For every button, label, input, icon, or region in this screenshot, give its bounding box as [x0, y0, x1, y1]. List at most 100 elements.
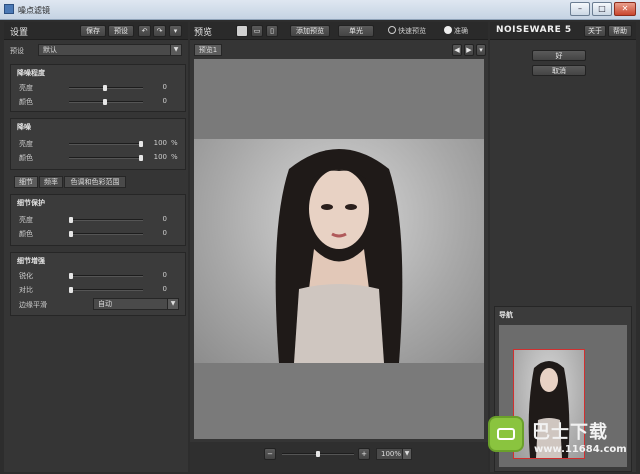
sharpen-label: 锐化	[19, 272, 33, 280]
preview-canvas[interactable]	[194, 59, 484, 439]
detail-protect-title: 细节保护	[17, 199, 45, 207]
noise-level-color-slider[interactable]	[69, 99, 143, 105]
preset-label: 预设	[10, 47, 24, 55]
about-button[interactable]: 关于	[584, 25, 606, 37]
presets-button[interactable]: 预设	[108, 25, 134, 37]
right-panel: NOISEWARE 5 关于 帮助 好 取消 导航	[490, 22, 636, 472]
noiseware-logo: NOISEWARE 5	[496, 25, 572, 35]
detail-protect-luma-value: 0	[162, 215, 167, 223]
prev-tab-icon[interactable]: ◀	[452, 44, 462, 56]
tab-menu-icon[interactable]: ▾	[476, 44, 486, 56]
noise-level-section: 降噪程度 亮度 0 颜色 0	[10, 64, 186, 112]
tab-frequency[interactable]: 频率	[39, 176, 63, 188]
preset-select[interactable]: 默认 ▼	[38, 44, 182, 56]
right-header: NOISEWARE 5 关于 帮助	[490, 22, 636, 40]
settings-title: 设置	[10, 28, 29, 38]
chevron-down-icon: ▼	[170, 45, 181, 55]
detail-protect-color-value: 0	[162, 229, 167, 237]
fast-preview-label: 快速预览	[398, 27, 426, 35]
zoom-bar: − + 100% ▼	[190, 442, 488, 472]
contrast-value: 0	[162, 285, 167, 293]
detail-protect-luma-label: 亮度	[19, 216, 33, 224]
single-view-icon[interactable]	[236, 25, 248, 37]
detail-protect-color-slider[interactable]	[69, 231, 143, 237]
noise-reduction-color-slider[interactable]	[69, 155, 143, 161]
close-button[interactable]: ✕	[614, 2, 636, 16]
zoom-out-button[interactable]: −	[264, 448, 276, 460]
noise-level-luma-slider[interactable]	[69, 85, 143, 91]
noise-level-luma-value: 0	[162, 83, 167, 91]
tab-detail[interactable]: 细节	[14, 176, 38, 188]
next-tab-icon[interactable]: ▶	[464, 44, 474, 56]
slider-knob[interactable]	[316, 451, 320, 457]
chevron-down-icon: ▼	[167, 299, 178, 309]
split-vertical-icon[interactable]: ▯	[266, 25, 278, 37]
noise-reduction-luma-label: 亮度	[19, 140, 33, 148]
navigator-viewport[interactable]	[513, 349, 585, 459]
detail-enhance-title: 细节增强	[17, 257, 45, 265]
undo-icon[interactable]: ↶	[138, 25, 151, 37]
maximize-button[interactable]: □	[592, 2, 612, 16]
percent-unit: %	[171, 139, 178, 147]
noise-level-color-value: 0	[162, 97, 167, 105]
sharpen-slider[interactable]	[69, 273, 143, 279]
app-icon	[4, 4, 14, 14]
detail-protect-luma-slider[interactable]	[69, 217, 143, 223]
noise-reduction-title: 降噪	[17, 123, 31, 131]
noise-reduction-color-label: 颜色	[19, 154, 33, 162]
tab-preview1[interactable]: 预览1	[194, 44, 222, 56]
noise-reduction-section: 降噪 亮度 100 % 颜色 100 %	[10, 118, 186, 170]
zoom-value: 100%	[381, 450, 402, 458]
settings-header: 设置 保存 预设 ↶ ↷ ▾	[4, 22, 188, 40]
window-titlebar: 噪点滤镜 – □ ✕	[0, 0, 640, 20]
navigator-section: 导航	[494, 306, 632, 472]
slider-knob[interactable]	[69, 217, 73, 223]
ok-button[interactable]: 好	[532, 50, 586, 61]
split-horizontal-icon[interactable]: ▭	[251, 25, 263, 37]
save-button[interactable]: 保存	[80, 25, 106, 37]
contrast-label: 对比	[19, 286, 33, 294]
navigator-thumbnail	[528, 361, 570, 458]
accurate-radio[interactable]	[444, 26, 452, 34]
preview-panel: 预览 ▭ ▯ 添加预览 单光 快速预览 准确 预览1 ◀ ▶ ▾ − + 100…	[190, 22, 488, 472]
add-preview-button[interactable]: 添加预览	[290, 25, 330, 37]
slider-knob[interactable]	[103, 85, 107, 91]
minimize-button[interactable]: –	[570, 2, 590, 16]
noise-reduction-luma-value: 100	[153, 139, 167, 147]
detail-protect-section: 细节保护 亮度 0 颜色 0	[10, 194, 186, 246]
fast-preview-radio[interactable]	[388, 26, 396, 34]
edge-smoothing-value: 自动	[98, 300, 112, 308]
redo-icon[interactable]: ↷	[153, 25, 166, 37]
slider-knob[interactable]	[69, 273, 73, 279]
noise-level-title: 降噪程度	[17, 69, 45, 77]
noise-level-color-label: 颜色	[19, 98, 33, 106]
portrait-image	[275, 149, 403, 363]
slider-knob[interactable]	[139, 155, 143, 161]
detail-protect-color-label: 颜色	[19, 230, 33, 238]
menu-arrow-icon[interactable]: ▾	[169, 25, 182, 37]
contrast-slider[interactable]	[69, 287, 143, 293]
slider-knob[interactable]	[139, 141, 143, 147]
preview-photo	[194, 139, 484, 363]
percent-unit: %	[171, 153, 178, 161]
single-light-button[interactable]: 单光	[338, 25, 374, 37]
slider-knob[interactable]	[69, 231, 73, 237]
edge-smoothing-select[interactable]: 自动 ▼	[93, 298, 179, 310]
slider-knob[interactable]	[69, 287, 73, 293]
noise-reduction-luma-slider[interactable]	[69, 141, 143, 147]
navigator-canvas[interactable]	[499, 325, 627, 467]
edge-smoothing-label: 边缘平滑	[19, 301, 47, 309]
slider-knob[interactable]	[103, 99, 107, 105]
help-button[interactable]: 帮助	[608, 25, 632, 37]
tab-tone-color-range[interactable]: 色调和色彩范围	[64, 176, 126, 188]
chevron-down-icon: ▼	[402, 449, 411, 459]
zoom-in-button[interactable]: +	[358, 448, 370, 460]
zoom-slider[interactable]	[282, 451, 354, 457]
window-title: 噪点滤镜	[18, 6, 50, 15]
sharpen-value: 0	[162, 271, 167, 279]
zoom-select[interactable]: 100% ▼	[376, 448, 412, 460]
preview-header: 预览 ▭ ▯ 添加预览 单光 快速预览 准确	[190, 22, 488, 40]
detail-enhance-section: 细节增强 锐化 0 对比 0 边缘平滑 自动 ▼	[10, 252, 186, 316]
accurate-label: 准确	[454, 27, 468, 35]
cancel-button[interactable]: 取消	[532, 65, 586, 76]
